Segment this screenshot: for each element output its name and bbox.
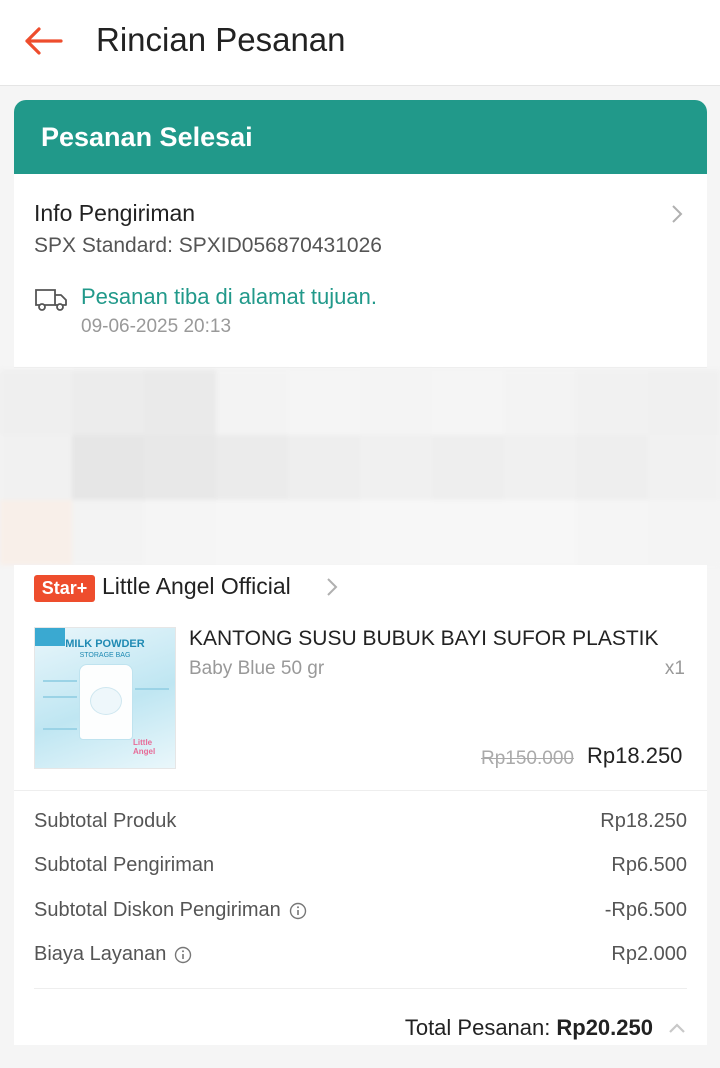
product-image-title: MILK POWDER: [65, 638, 145, 650]
order-status-banner: Pesanan Selesai: [14, 100, 707, 174]
info-icon[interactable]: [289, 902, 307, 920]
page-title: Rincian Pesanan: [96, 21, 346, 58]
summary-label: Biaya Layanan: [34, 943, 192, 966]
baby-face-illustration: [90, 687, 122, 715]
truck-icon: [35, 289, 67, 311]
product-image-brand: Little Angel: [133, 738, 156, 756]
product-image-subtitle: STORAGE BAG: [79, 652, 131, 659]
shipping-status-time: 09-06-2025 20:13: [81, 316, 232, 337]
product-thumbnail[interactable]: MILK POWDER STORAGE BAG Little Angel: [34, 627, 176, 769]
summary-value: -Rp6.500: [604, 899, 687, 921]
summary-label-text: Subtotal Produk: [34, 810, 177, 832]
section-divider: [14, 790, 707, 791]
order-total-row[interactable]: Total Pesanan: Rp20.250: [405, 1013, 687, 1043]
summary-label: Subtotal Produk: [34, 810, 176, 833]
shipping-info-card[interactable]: Info Pengiriman SPX Standard: SPXID05687…: [14, 174, 707, 368]
milk-bag-illustration: [79, 664, 133, 740]
chevron-right-icon[interactable]: [324, 577, 340, 597]
shipping-info-title: Info Pengiriman: [34, 200, 196, 226]
summary-label-text: Biaya Layanan: [34, 943, 167, 965]
shipping-courier-tracking: SPX Standard: SPXID056870431026: [34, 234, 382, 257]
chevron-right-icon: [672, 205, 683, 223]
order-total-value: Rp20.250: [556, 1015, 653, 1040]
order-total-label: Total Pesanan:: [404, 1015, 551, 1040]
info-icon[interactable]: [174, 946, 192, 964]
summary-value: Rp6.500: [611, 854, 687, 876]
back-button[interactable]: [20, 18, 66, 64]
shop-name-link[interactable]: Little Angel Official: [102, 573, 291, 600]
summary-label: Subtotal Pengiriman: [34, 854, 214, 877]
summary-row-service-fee: Biaya Layanan Rp2.000: [34, 943, 687, 973]
summary-row-shipping-discount: Subtotal Diskon Pengiriman -Rp6.500: [34, 899, 687, 929]
summary-label-text: Subtotal Diskon Pengiriman: [34, 899, 281, 921]
price-final: Rp18.250: [587, 743, 683, 768]
price-original: Rp150.000: [481, 748, 574, 769]
star-plus-badge: Star+: [34, 575, 95, 602]
summary-row-subtotal-shipping: Subtotal Pengiriman Rp6.500: [34, 854, 687, 884]
chevron-up-icon[interactable]: [667, 1021, 687, 1035]
image-decor-line: [43, 728, 77, 730]
summary-divider: [34, 988, 687, 989]
image-decor-line: [135, 688, 169, 690]
header-bar: Rincian Pesanan: [0, 0, 720, 86]
image-decor-line: [43, 680, 77, 682]
summary-row-subtotal-product: Subtotal Produk Rp18.250: [34, 810, 687, 840]
product-name[interactable]: KANTONG SUSU BUBUK BAYI SUFOR PLASTIK: [189, 627, 689, 651]
image-decor-line: [43, 696, 77, 698]
arrow-left-icon: [25, 27, 63, 55]
product-quantity: x1: [664, 658, 685, 679]
summary-label: Subtotal Diskon Pengiriman: [34, 899, 307, 922]
redacted-address-area: [0, 370, 720, 565]
order-items-card: Star+ Little Angel Official MILK POWDER …: [14, 565, 707, 1045]
shipping-status-text: Pesanan tiba di alamat tujuan.: [81, 284, 377, 309]
product-variant: Baby Blue 50 gr: [189, 658, 325, 679]
summary-value: Rp2.000: [611, 943, 687, 965]
summary-value: Rp18.250: [600, 810, 687, 832]
summary-label-text: Subtotal Pengiriman: [34, 854, 215, 876]
order-status-label: Pesanan Selesai: [41, 122, 253, 152]
